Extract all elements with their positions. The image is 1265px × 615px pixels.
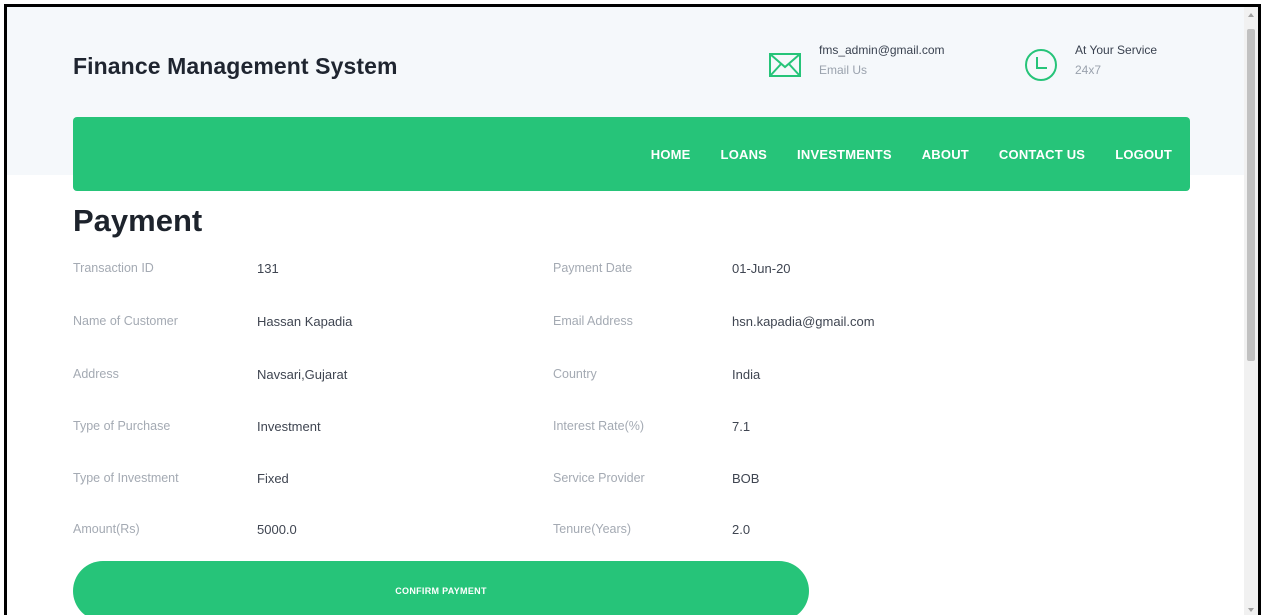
amount-label: Amount(Rs)	[73, 522, 140, 536]
scroll-up-arrow-icon[interactable]	[1248, 13, 1254, 17]
email-address-value: hsn.kapadia@gmail.com	[732, 314, 875, 329]
purchase-type-value: Investment	[257, 419, 321, 434]
transaction-id-value: 131	[257, 261, 279, 276]
main-navbar: HOME LOANS INVESTMENTS ABOUT CONTACT US …	[73, 117, 1190, 191]
scroll-down-arrow-icon[interactable]	[1248, 608, 1254, 612]
contact-email-caption: Email Us	[819, 63, 868, 77]
country-label: Country	[553, 367, 597, 381]
nav-home[interactable]: HOME	[651, 147, 691, 162]
payment-date-label: Payment Date	[553, 261, 633, 275]
service-hours: 24x7	[1075, 63, 1102, 77]
address-label: Address	[73, 367, 119, 381]
scroll-thumb[interactable]	[1247, 29, 1255, 361]
tenure-label: Tenure(Years)	[553, 522, 632, 536]
service-provider-value: BOB	[732, 471, 760, 486]
interest-rate-value: 7.1	[732, 419, 751, 434]
nav-about[interactable]: ABOUT	[922, 147, 969, 162]
nav-loans[interactable]: LOANS	[721, 147, 768, 162]
tenure-value: 2.0	[732, 522, 751, 537]
country-value: India	[732, 367, 761, 382]
email-address-label: Email Address	[553, 314, 633, 328]
site-brand[interactable]: Finance Management System	[73, 53, 398, 80]
page-title: Payment	[73, 203, 203, 238]
amount-value: 5000.0	[257, 522, 297, 537]
clock-icon	[1025, 49, 1057, 81]
customer-name-label: Name of Customer	[73, 314, 178, 328]
address-value: Navsari,Gujarat	[257, 367, 348, 382]
service-provider-label: Service Provider	[553, 471, 645, 485]
payment-date-value: 01-Jun-20	[732, 261, 791, 276]
contact-email-address[interactable]: fms_admin@gmail.com	[819, 43, 945, 57]
interest-rate-label: Interest Rate(%)	[553, 419, 645, 433]
envelope-icon	[769, 53, 801, 77]
nav-investments[interactable]: INVESTMENTS	[797, 147, 892, 162]
confirm-payment-button[interactable]: CONFIRM PAYMENT	[73, 561, 809, 615]
purchase-type-label: Type of Purchase	[73, 419, 171, 433]
email-contact: fms_admin@gmail.com Email Us	[767, 43, 945, 83]
service-title: At Your Service	[1075, 43, 1158, 57]
service-contact: At Your Service 24x7	[1023, 43, 1157, 83]
nav-logout[interactable]: LOGOUT	[1115, 147, 1172, 162]
transaction-id-label: Transaction ID	[73, 261, 154, 275]
vertical-scrollbar[interactable]	[1244, 7, 1258, 615]
browser-viewport: Finance Management System fms_admin@gmai…	[4, 4, 1261, 615]
customer-name-value: Hassan Kapadia	[257, 314, 353, 329]
nav-contact-us[interactable]: CONTACT US	[999, 147, 1085, 162]
investment-type-label: Type of Investment	[73, 471, 179, 485]
investment-type-value: Fixed	[257, 471, 289, 486]
